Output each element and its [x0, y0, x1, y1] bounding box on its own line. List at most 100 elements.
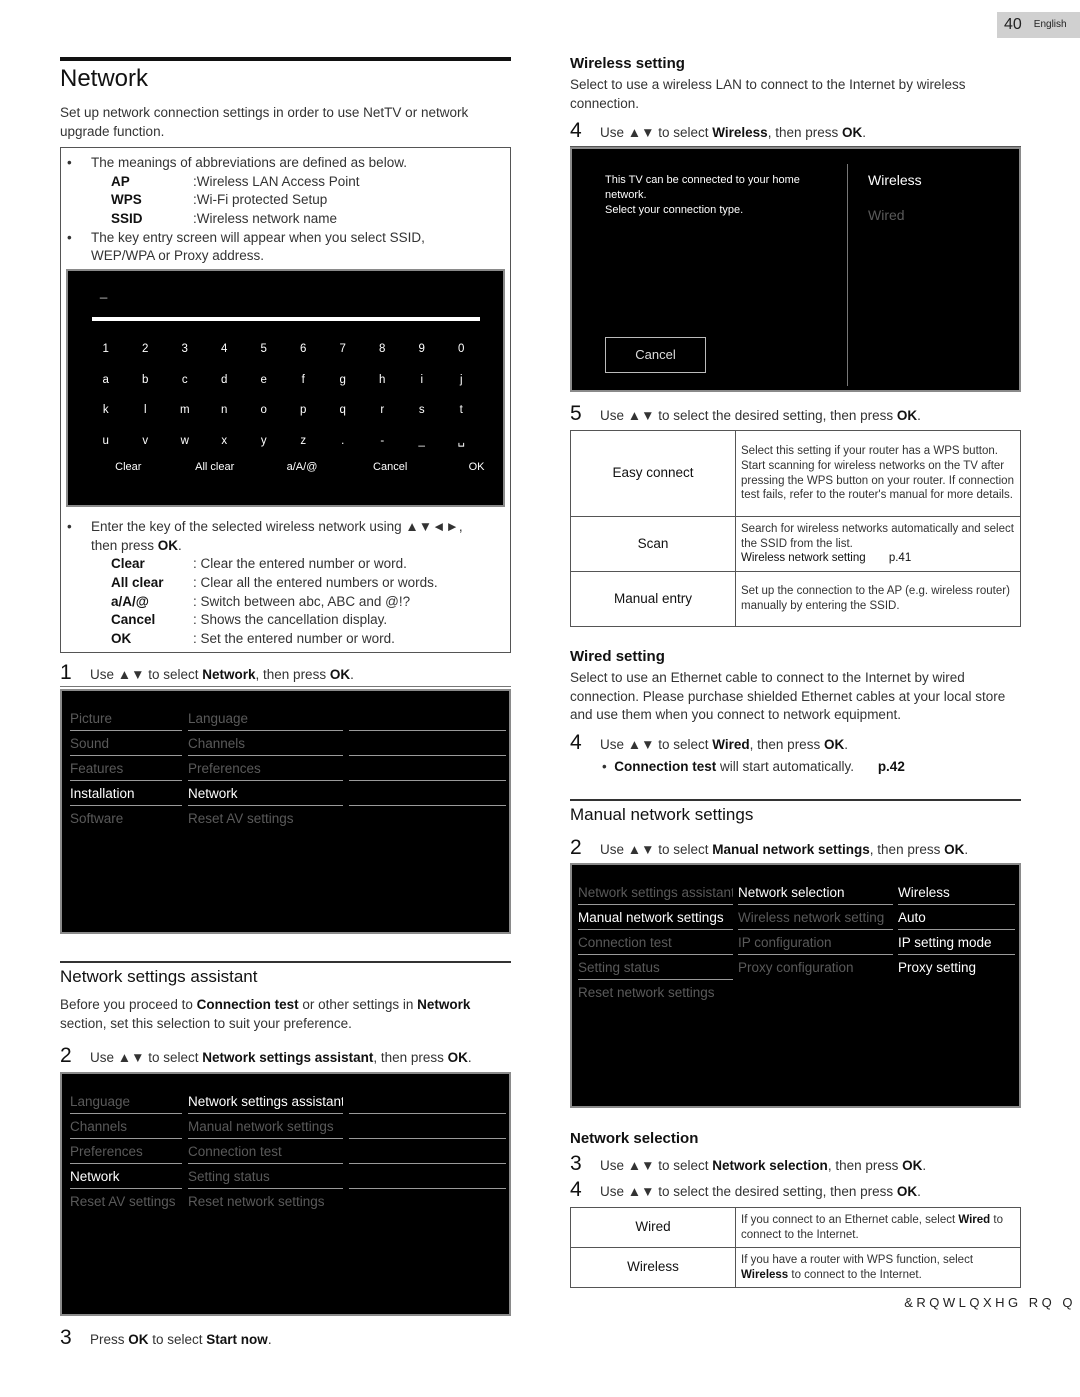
keyboard-key[interactable]: m [165, 403, 205, 419]
keyboard-cancel-button[interactable]: Cancel [347, 460, 433, 475]
keyboard-key[interactable]: 6 [284, 342, 324, 358]
menu-item[interactable]: Preferences [70, 1139, 182, 1164]
menu-item[interactable]: Network [188, 781, 343, 806]
keyboard-key[interactable]: 7 [323, 342, 363, 358]
keyboard-ok-button[interactable]: OK [451, 460, 502, 475]
text-entry-field[interactable] [92, 317, 480, 321]
keyboard-key[interactable]: j [442, 373, 482, 389]
menu-item[interactable]: Network settings assistant [578, 880, 733, 905]
menu-empty-cell [349, 731, 506, 756]
wireless-setting-title: Wireless setting [570, 55, 685, 72]
menu-item[interactable]: Proxy setting [898, 955, 1015, 980]
connection-option[interactable]: Wireless [868, 171, 922, 206]
menu-item[interactable]: Features [70, 756, 182, 781]
menu-item[interactable]: Connection test [578, 930, 733, 955]
menu-item[interactable]: Sound [70, 731, 182, 756]
key-function-name: a/A/@ [111, 593, 149, 609]
keyboard-key[interactable]: _ [402, 434, 442, 450]
menu-item[interactable]: Installation [70, 781, 182, 806]
menu-item[interactable]: Manual network settings [578, 905, 733, 930]
menu-item[interactable]: Connection test [188, 1139, 343, 1164]
menu-item[interactable]: Reset AV settings [188, 806, 343, 831]
menu-item[interactable]: Language [188, 706, 343, 731]
menu-item[interactable]: Picture [70, 706, 182, 731]
menu-item[interactable]: Reset AV settings [70, 1189, 182, 1214]
keyboard-key[interactable]: k [86, 403, 126, 419]
keyboard-key[interactable]: 0 [442, 342, 482, 358]
menu-item[interactable]: Wireless network setting [738, 905, 893, 930]
menu-item[interactable]: Manual network settings [188, 1114, 343, 1139]
menu-item[interactable]: Language [70, 1089, 182, 1114]
keyboard-key[interactable]: p [284, 403, 324, 419]
cancel-button[interactable]: Cancel [605, 337, 706, 373]
menu-item[interactable]: Auto [898, 905, 1015, 930]
menu-item[interactable]: Channels [70, 1114, 182, 1139]
cross-reference[interactable]: Wireless network setting [741, 552, 866, 564]
menu-item[interactable]: Network selection [738, 880, 893, 905]
keyboard-key[interactable]: v [126, 434, 166, 450]
abbreviation-key: WPS [111, 192, 142, 208]
keyboard-all-clear-button[interactable]: All clear [173, 460, 257, 475]
menu-item[interactable]: Network settings assistant [188, 1089, 343, 1114]
menu-item[interactable]: Reset network settings [578, 980, 733, 1005]
menu-item[interactable]: Network [70, 1164, 182, 1189]
menu-empty-cell [349, 781, 506, 806]
connection-option[interactable]: Wired [868, 206, 922, 241]
menu-item[interactable]: IP configuration [738, 930, 893, 955]
menu-item[interactable]: Setting status [578, 955, 733, 980]
keyboard-key[interactable]: c [165, 373, 205, 389]
table-row: Wired If you connect to an Ethernet cabl… [570, 1207, 1021, 1248]
menu-item[interactable]: Software [70, 806, 182, 831]
keyboard-key[interactable]: 8 [363, 342, 403, 358]
keyboard-key[interactable]: 3 [165, 342, 205, 358]
keyboard-key[interactable]: y [244, 434, 284, 450]
menu-item[interactable]: Wireless [898, 880, 1015, 905]
keyboard-key[interactable]: . [323, 434, 363, 450]
keyboard-key[interactable]: w [165, 434, 205, 450]
keyboard-clear-button[interactable]: Clear [102, 460, 155, 475]
menu-row: Sound Channels [70, 731, 506, 756]
keyboard-key[interactable]: d [205, 373, 245, 389]
page-reference[interactable]: p.42 [878, 759, 905, 774]
keyboard-key[interactable]: 2 [126, 342, 166, 358]
key-function-desc: : Clear all the entered numbers or words… [193, 574, 438, 590]
keyboard-key[interactable]: u [86, 434, 126, 450]
keyboard-a-a-button[interactable]: a/A/@ [275, 460, 329, 475]
keyboard-key[interactable]: s [402, 403, 442, 419]
keyboard-key[interactable]: 9 [402, 342, 442, 358]
keyboard-key[interactable]: 1 [86, 342, 126, 358]
keyboard-key[interactable]: r [363, 403, 403, 419]
menu-item[interactable]: Reset network settings [188, 1189, 343, 1214]
keyboard-key[interactable]: - [363, 434, 403, 450]
network-selection-table: Wired If you connect to an Ethernet cabl… [570, 1207, 1021, 1288]
keyboard-key[interactable]: o [244, 403, 284, 419]
menu-item[interactable]: IP setting mode [898, 930, 1015, 955]
assistant-intro: Before you proceed to Connection test or… [60, 997, 471, 1031]
keyboard-key[interactable]: n [205, 403, 245, 419]
keyboard-key[interactable]: e [244, 373, 284, 389]
keyboard-key[interactable]: q [323, 403, 363, 419]
menu-item[interactable]: Preferences [188, 756, 343, 781]
keyboard-key[interactable]: h [363, 373, 403, 389]
keyboard-key[interactable]: 4 [205, 342, 245, 358]
menu-empty-cell [738, 980, 893, 1005]
menu-item[interactable]: Channels [188, 731, 343, 756]
keyboard-key[interactable]: g [323, 373, 363, 389]
keyboard-key[interactable]: a [86, 373, 126, 389]
keyboard-key[interactable]: i [402, 373, 442, 389]
keyboard-key[interactable]: x [205, 434, 245, 450]
keyboard-key[interactable]: 5 [244, 342, 284, 358]
network-menu: Language Network settings assistant Channe… [70, 1089, 506, 1214]
menu-item[interactable]: Setting status [188, 1164, 343, 1189]
abbreviation-value: :Wi-Fi protected Setup [193, 192, 328, 208]
keyboard-key[interactable]: f [284, 373, 324, 389]
menu-row: Setting status Proxy configuration Proxy s… [578, 955, 1015, 980]
keyboard-key[interactable]: b [126, 373, 166, 389]
keyboard-key[interactable]: t [442, 403, 482, 419]
menu-item[interactable]: Proxy configuration [738, 955, 893, 980]
page-reference[interactable]: p.41 [889, 552, 911, 564]
keyboard-key[interactable]: l [126, 403, 166, 419]
keyboard-key[interactable]: ␣ [442, 434, 482, 450]
keyboard-key[interactable]: z [284, 434, 324, 450]
key-function-name: Cancel [111, 612, 156, 628]
